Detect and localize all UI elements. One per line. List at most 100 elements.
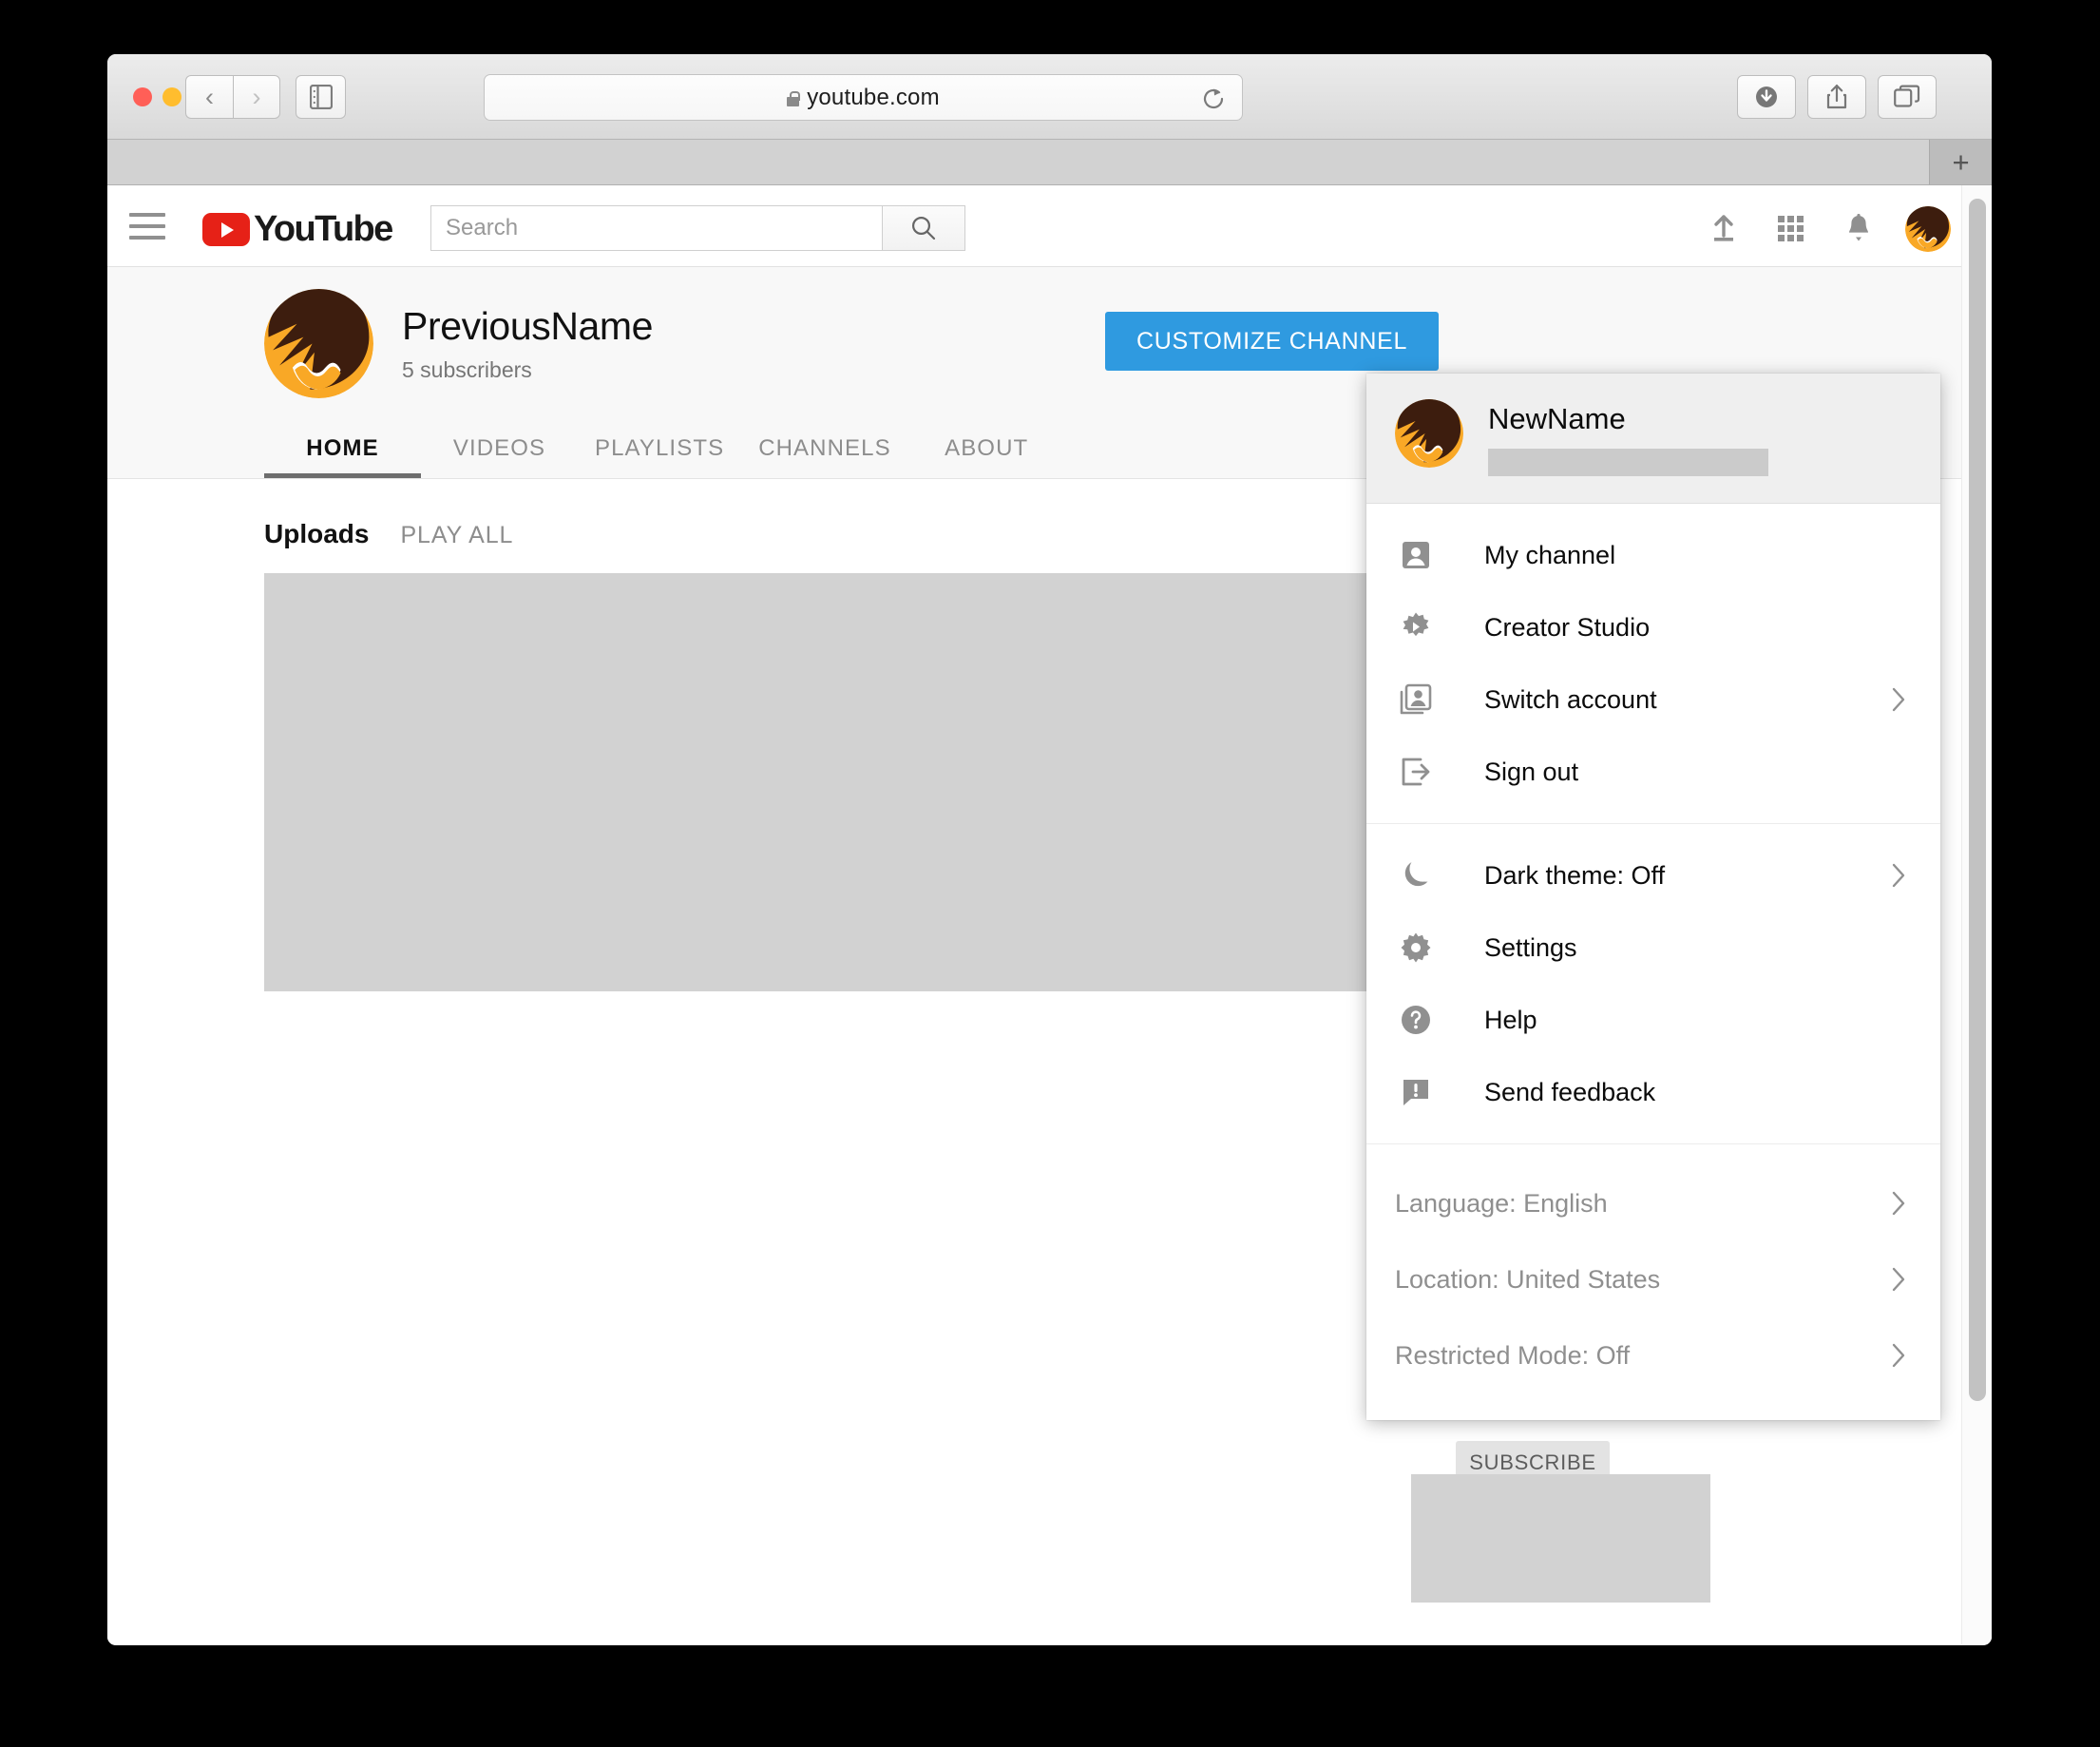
menu-item-dark-theme-off[interactable]: Dark theme: Off xyxy=(1366,839,1940,912)
share-icon xyxy=(1825,84,1848,110)
channel-tab-label: CHANNELS xyxy=(758,435,891,461)
channel-tab-home[interactable]: HOME xyxy=(264,419,421,478)
forward-button[interactable]: › xyxy=(233,75,280,119)
upload-icon[interactable] xyxy=(1703,208,1745,250)
account-avatar-button[interactable] xyxy=(1905,206,1951,252)
menu-item-label: Sign out xyxy=(1484,757,1579,786)
sidebar-toggle-button[interactable] xyxy=(296,75,346,119)
menu-item-label: Dark theme: Off xyxy=(1484,860,1666,890)
menu-item-language-english[interactable]: Language: English xyxy=(1366,1165,1940,1241)
back-chevron-icon: ‹ xyxy=(205,82,214,111)
downloads-button[interactable] xyxy=(1737,75,1796,119)
menu-item-switch-account[interactable]: Switch account xyxy=(1366,663,1940,736)
menu-item-label: Restricted Mode: Off xyxy=(1395,1340,1631,1370)
plus-icon: + xyxy=(1952,145,1970,179)
sidebar-icon xyxy=(309,85,333,109)
guide-menu-icon[interactable] xyxy=(129,213,165,240)
scrollbar-thumb[interactable] xyxy=(1969,199,1986,1401)
downloads-icon xyxy=(1754,85,1779,109)
channel-avatar[interactable] xyxy=(264,288,373,398)
person-card-icon xyxy=(1395,534,1437,576)
switch-account-icon xyxy=(1395,679,1437,720)
account-name: NewName xyxy=(1488,402,1626,435)
minimize-window-button[interactable] xyxy=(162,87,181,106)
account-menu-groups: My channel Creator Studio Switch account Si… xyxy=(1366,504,1940,1420)
menu-item-restricted-mode-off[interactable]: Restricted Mode: Off xyxy=(1366,1317,1940,1393)
menu-item-label: Send feedback xyxy=(1484,1077,1656,1106)
chevron-right-icon xyxy=(1891,687,1912,712)
moon-icon xyxy=(1395,854,1437,896)
chevron-right-icon xyxy=(1891,1267,1912,1292)
channel-tab-label: PLAYLISTS xyxy=(595,435,725,461)
help-icon xyxy=(1395,999,1437,1041)
notifications-bell-icon[interactable] xyxy=(1838,208,1880,250)
browser-toolbar: ‹ › youtube.com xyxy=(107,54,1992,140)
channel-name: PreviousName xyxy=(402,303,654,348)
page-scrollbar[interactable] xyxy=(1961,185,1992,1644)
customize-channel-button[interactable]: CUSTOMIZE CHANNEL xyxy=(1105,312,1440,371)
menu-item-my-channel[interactable]: My channel xyxy=(1366,519,1940,591)
menu-item-label: Switch account xyxy=(1484,684,1657,714)
channel-tab-channels[interactable]: CHANNELS xyxy=(741,419,908,478)
menu-item-label: Creator Studio xyxy=(1484,612,1651,642)
account-menu-group: Dark theme: Off Settings Help Send feedback xyxy=(1366,823,1940,1143)
forward-chevron-icon: › xyxy=(252,82,261,111)
menu-item-label: Language: English xyxy=(1395,1188,1608,1218)
menu-item-sign-out[interactable]: Sign out xyxy=(1366,736,1940,808)
channel-tab-about[interactable]: ABOUT xyxy=(908,419,1065,478)
play-all-button[interactable]: PLAY ALL xyxy=(400,522,513,549)
youtube-logo[interactable]: YouTube xyxy=(202,209,393,250)
account-menu-group: My channel Creator Studio Switch account Si… xyxy=(1366,504,1940,823)
tab-overview-icon xyxy=(1894,85,1920,109)
search-icon xyxy=(909,214,938,242)
share-button[interactable] xyxy=(1807,75,1866,119)
account-dropdown-menu: NewName My channel Creator Studio Switch a… xyxy=(1366,374,1940,1420)
account-menu-group: Language: English Location: United States… xyxy=(1366,1143,1940,1420)
account-email-redacted xyxy=(1488,449,1768,476)
menu-item-help[interactable]: Help xyxy=(1366,984,1940,1056)
menu-item-location-united-states[interactable]: Location: United States xyxy=(1366,1241,1940,1317)
address-url: youtube.com xyxy=(807,84,940,110)
chevron-right-icon xyxy=(1891,1191,1912,1216)
uploads-title: Uploads xyxy=(264,519,370,548)
channel-tab-playlists[interactable]: PLAYLISTS xyxy=(578,419,741,478)
browser-tab-strip: + xyxy=(107,140,1992,185)
channel-meta: PreviousName 5 subscribers xyxy=(402,304,653,383)
menu-item-label: Settings xyxy=(1484,932,1577,962)
back-button[interactable]: ‹ xyxy=(185,75,233,119)
youtube-masthead: YouTube xyxy=(107,185,1992,267)
menu-item-label: My channel xyxy=(1484,540,1616,569)
search-button[interactable] xyxy=(882,205,965,251)
search-input[interactable] xyxy=(430,205,882,251)
menu-item-label: Location: United States xyxy=(1395,1264,1661,1294)
channel-tab-label: VIDEOS xyxy=(452,435,546,461)
menu-item-settings[interactable]: Settings xyxy=(1366,912,1940,984)
page-viewport: YouTube Search PreviousName 5 subscriber… xyxy=(107,185,1992,1644)
menu-item-send-feedback[interactable]: Send feedback xyxy=(1366,1056,1940,1128)
subscriber-count: 5 subscribers xyxy=(402,356,532,382)
new-tab-button[interactable]: + xyxy=(1929,140,1992,184)
menu-item-label: Help xyxy=(1484,1005,1537,1034)
channel-tab-label: HOME xyxy=(306,435,379,461)
feedback-icon xyxy=(1395,1071,1437,1113)
account-menu-avatar xyxy=(1395,399,1463,468)
tab-overview-button[interactable] xyxy=(1878,75,1937,119)
safari-browser-window: ‹ › youtube.com + YouTube Search Previou… xyxy=(107,54,1992,1645)
channel-tab-videos[interactable]: VIDEOS xyxy=(421,419,578,478)
close-window-button[interactable] xyxy=(133,87,152,106)
menu-item-creator-studio[interactable]: Creator Studio xyxy=(1366,591,1940,663)
account-menu-header: NewName xyxy=(1366,374,1940,504)
gear-icon xyxy=(1395,927,1437,969)
sign-out-icon xyxy=(1395,751,1437,793)
youtube-wordmark: YouTube xyxy=(254,209,393,249)
chevron-right-icon xyxy=(1891,863,1912,888)
account-identity: NewName xyxy=(1488,399,1912,476)
related-content-placeholder xyxy=(1411,1474,1710,1603)
youtube-play-icon xyxy=(202,213,250,246)
gear-play-icon xyxy=(1395,606,1437,648)
chevron-right-icon xyxy=(1891,1343,1912,1368)
channel-tab-label: ABOUT xyxy=(945,435,1029,461)
apps-grid-icon[interactable] xyxy=(1770,208,1812,250)
reload-icon[interactable] xyxy=(1200,86,1227,112)
address-bar[interactable]: youtube.com xyxy=(484,74,1243,121)
